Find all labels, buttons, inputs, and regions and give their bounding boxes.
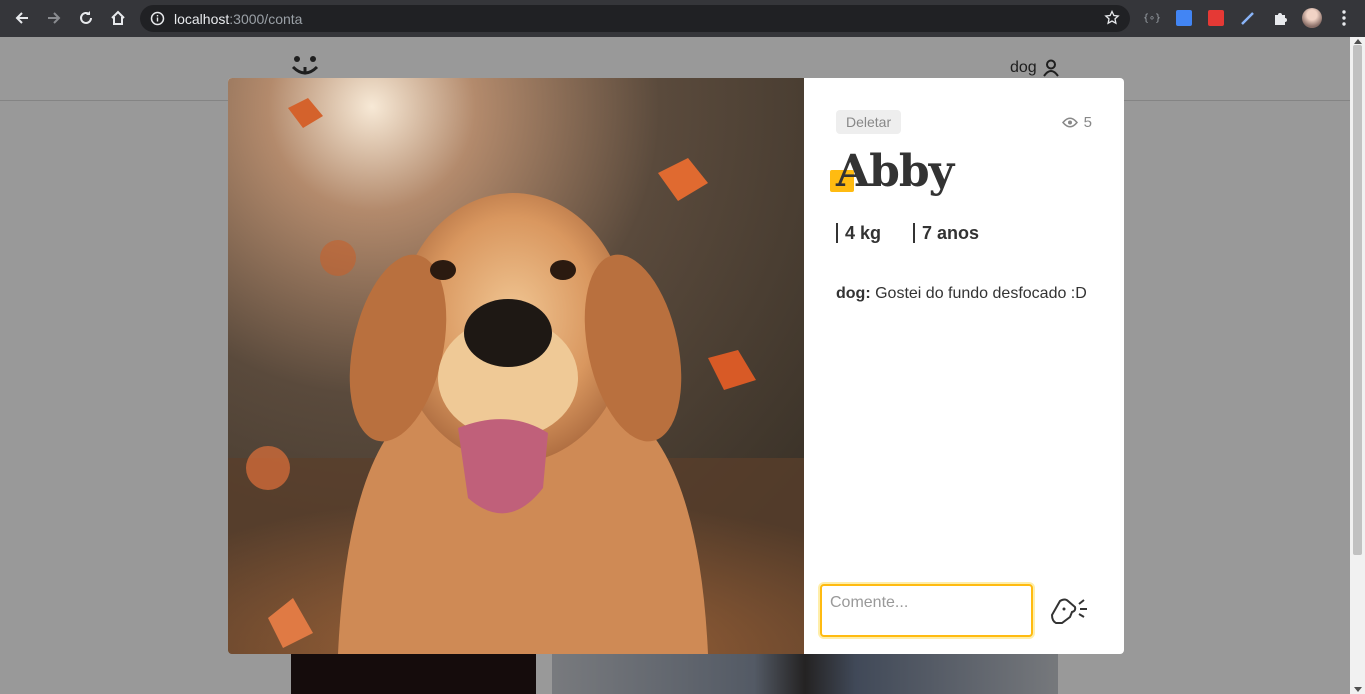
weight-attribute: 4 kg: [836, 223, 881, 243]
comment-item: dog: Gostei do fundo desfocado :D: [836, 285, 1087, 303]
send-comment-button[interactable]: [1046, 590, 1092, 630]
puzzle-icon[interactable]: [1270, 8, 1290, 28]
scroll-up-icon[interactable]: [1354, 39, 1362, 44]
scroll-down-icon[interactable]: [1354, 687, 1362, 692]
address-bar[interactable]: localhost:3000/conta: [140, 5, 1130, 32]
translate-extension-icon[interactable]: [1174, 8, 1194, 28]
delete-button[interactable]: Deletar: [836, 110, 902, 134]
comment-text: Gostei do fundo desfocado :D: [875, 285, 1087, 302]
site-info-icon[interactable]: [150, 11, 165, 26]
views-count: 5: [1083, 114, 1092, 131]
comment-input[interactable]: [820, 584, 1033, 637]
barking-dog-icon: [1050, 598, 1087, 624]
age-attribute: 7 anos: [913, 223, 979, 243]
back-icon[interactable]: [11, 7, 33, 29]
photo-modal: Deletar 5 Abby 4 kg 7 anos dog: Gostei d…: [228, 78, 1124, 654]
photo-title[interactable]: Abby: [836, 148, 954, 196]
photo-details: Deletar 5 Abby 4 kg 7 anos dog: Gostei d…: [804, 78, 1124, 654]
red-extension-icon[interactable]: [1206, 8, 1226, 28]
forward-icon[interactable]: [43, 7, 65, 29]
home-icon[interactable]: [107, 7, 129, 29]
scrollbar-thumb[interactable]: [1353, 45, 1362, 555]
photo-title-link[interactable]: Abby: [830, 148, 954, 196]
url-text[interactable]: localhost:3000/conta: [174, 11, 302, 27]
extension-icon[interactable]: {∘}: [1142, 8, 1162, 28]
views-counter: 5: [1061, 114, 1092, 131]
menu-icon[interactable]: [1334, 8, 1354, 28]
dog-photo: [228, 78, 804, 654]
photo-attributes: 4 kg 7 anos: [836, 223, 979, 243]
scrollbar[interactable]: [1350, 37, 1365, 694]
eye-icon: [1061, 117, 1078, 128]
reload-icon[interactable]: [75, 7, 97, 29]
comment-author: dog:: [836, 285, 871, 302]
browser-toolbar: localhost:3000/conta {∘}: [0, 0, 1365, 37]
pen-extension-icon[interactable]: [1238, 8, 1258, 28]
bookmark-star-icon[interactable]: [1104, 10, 1120, 26]
profile-avatar[interactable]: [1302, 8, 1322, 28]
